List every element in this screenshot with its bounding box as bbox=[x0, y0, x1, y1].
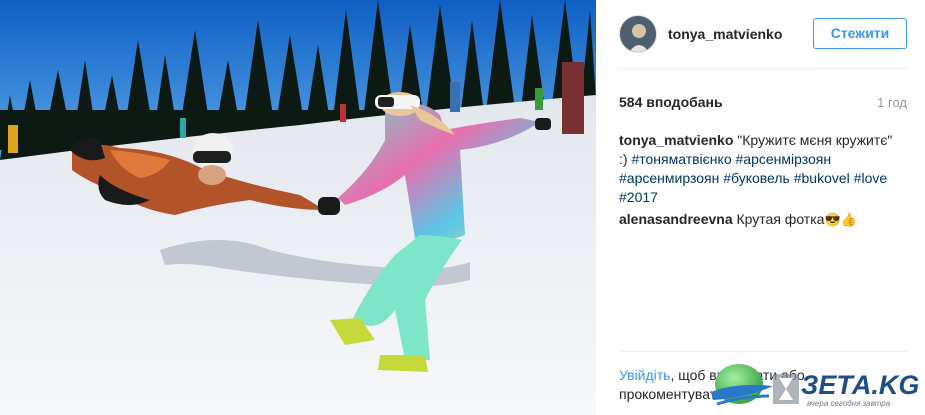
globe-icon bbox=[711, 364, 773, 406]
comment-text: Крутая фотка bbox=[732, 211, 825, 227]
watermark-brand: ЗЕТА.KG bbox=[801, 370, 920, 400]
caption-author[interactable]: tonya_matvienko bbox=[619, 132, 733, 148]
post-time[interactable]: 1 год bbox=[877, 95, 907, 110]
hashtag[interactable]: #буковель bbox=[723, 170, 790, 186]
post-header: tonya_matvienko Стежити bbox=[596, 0, 925, 68]
hashtag[interactable]: #love bbox=[854, 170, 887, 186]
login-link[interactable]: Увійдіть bbox=[619, 367, 670, 383]
username[interactable]: tonya_matvienko bbox=[668, 26, 782, 42]
follow-button[interactable]: Стежити bbox=[813, 18, 907, 49]
hashtag[interactable]: #bukovel bbox=[794, 170, 850, 186]
hashtag[interactable]: #тоняматвієнко bbox=[631, 151, 731, 167]
photo-image bbox=[0, 0, 596, 415]
hourglass-icon bbox=[773, 374, 799, 404]
watermark-tagline: вчера сегодня завтра bbox=[807, 399, 891, 408]
avatar[interactable] bbox=[619, 15, 657, 53]
emoji-icon: 😎👍 bbox=[824, 212, 857, 227]
comment-item: alenasandreevna Крутая фотка😎👍 bbox=[619, 210, 899, 229]
divider bbox=[619, 351, 907, 352]
post-caption: tonya_matvienko "Кружитє мєня кружитє" :… bbox=[619, 131, 899, 207]
divider bbox=[619, 68, 907, 69]
hashtag[interactable]: #арсенмирзоян bbox=[619, 170, 719, 186]
post-sidebar: tonya_matvienko Стежити 584 вподобань 1 … bbox=[596, 0, 925, 415]
post-photo[interactable] bbox=[0, 0, 596, 415]
likes-count[interactable]: 584 вподобань bbox=[619, 94, 723, 110]
hashtag[interactable]: #2017 bbox=[619, 189, 658, 205]
watermark-logo: ЗЕТА.KG вчера сегодня завтра bbox=[707, 362, 922, 412]
comment-author[interactable]: alenasandreevna bbox=[619, 211, 733, 227]
hashtag[interactable]: #арсенмірзоян bbox=[736, 151, 832, 167]
